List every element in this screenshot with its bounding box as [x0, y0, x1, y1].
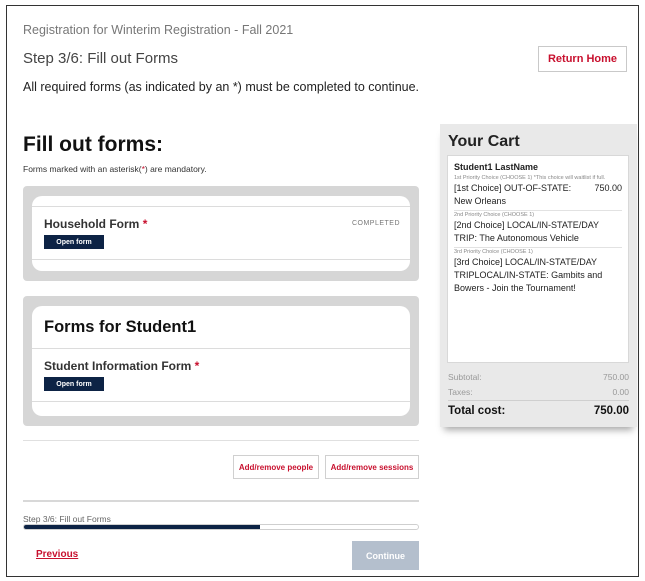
completed-status-badge: COMPLETED — [351, 220, 400, 227]
student-information-form-title: Student Information Form * — [44, 359, 199, 373]
required-asterisk: * — [142, 217, 148, 231]
taxes-label: Taxes: — [448, 387, 473, 397]
cart-item-price — [618, 256, 622, 295]
cart-items-box: Student1 LastName 1st Priority Choice (C… — [447, 155, 629, 363]
step-title: Step 3/6: Fill out Forms — [23, 50, 179, 67]
household-open-form-button[interactable]: Open form — [44, 235, 104, 249]
subtotal-value: 750.00 — [603, 372, 629, 382]
continue-button[interactable]: Continue — [352, 541, 419, 570]
return-home-button[interactable]: Return Home — [538, 46, 627, 72]
progress-divider — [23, 500, 419, 502]
previous-link[interactable]: Previous — [36, 549, 78, 560]
priority-note: 2nd Priority Choice (CHOOSE 1) — [454, 212, 535, 218]
student-information-form-row: Student Information Form * Open form — [32, 348, 410, 402]
cart-panel: Your Cart Student1 LastName 1st Priority… — [440, 124, 637, 427]
add-remove-sessions-button[interactable]: Add/remove sessions — [325, 455, 419, 479]
total-label: Total cost: — [448, 405, 506, 417]
registration-title: Registration for Winterim Registration -… — [23, 23, 294, 37]
cart-item: [3rd Choice] LOCAL/IN-STATE/DAY TRIPLOCA… — [454, 256, 622, 297]
subtotal-label: Subtotal: — [448, 372, 482, 382]
section-divider — [23, 440, 419, 441]
fill-out-forms-heading: Fill out forms: — [23, 133, 163, 156]
priority-note: 3rd Priority Choice (CHOOSE 1) — [454, 249, 533, 255]
total-divider — [448, 400, 629, 401]
cart-item-price — [618, 219, 622, 245]
total-value: 750.00 — [593, 405, 629, 417]
asterisk-note-suffix: ) are mandatory. — [144, 164, 207, 174]
household-form-title: Household Form * — [44, 217, 147, 231]
progress-label: Step 3/6: Fill out Forms — [23, 514, 111, 524]
household-form-panel: Household Form * Open form COMPLETED — [23, 186, 419, 281]
household-form-card: Household Form * Open form COMPLETED — [32, 196, 410, 271]
cart-item-label: [1st Choice] OUT-OF-STATE: New Orleans — [454, 183, 572, 206]
cart-student-name: Student1 LastName — [454, 162, 539, 172]
household-form-label: Household Form — [44, 217, 140, 231]
progress-bar — [23, 524, 419, 530]
subtotal-row: Subtotal: 750.00 — [448, 372, 629, 382]
taxes-row: Taxes: 0.00 — [448, 387, 629, 397]
progress-bar-fill — [24, 525, 261, 529]
cart-item-label: [2nd Choice] LOCAL/IN-STATE/DAY TRIP: Th… — [454, 220, 599, 243]
taxes-value: 0.00 — [612, 387, 629, 397]
cart-title: Your Cart — [448, 133, 520, 150]
asterisk-note-prefix: Forms marked with an asterisk( — [23, 164, 142, 174]
add-remove-people-button[interactable]: Add/remove people — [233, 455, 319, 479]
required-note: All required forms (as indicated by an *… — [23, 80, 420, 94]
student-forms-card: Forms for Student1 Student Information F… — [32, 306, 410, 416]
student-open-form-button[interactable]: Open form — [44, 377, 104, 391]
required-asterisk: * — [194, 359, 200, 373]
household-form-row: Household Form * Open form COMPLETED — [32, 206, 410, 260]
student-forms-panel: Forms for Student1 Student Information F… — [23, 296, 419, 426]
cart-item-label: [3rd Choice] LOCAL/IN-STATE/DAY TRIPLOCA… — [454, 257, 603, 293]
asterisk-note: Forms marked with an asterisk(*) are man… — [23, 164, 207, 174]
student-information-form-label: Student Information Form — [44, 359, 192, 373]
student-forms-heading: Forms for Student1 — [44, 318, 197, 336]
cart-item: [2nd Choice] LOCAL/IN-STATE/DAY TRIP: Th… — [454, 219, 622, 248]
cart-item: [1st Choice] OUT-OF-STATE: New Orleans 7… — [454, 182, 622, 211]
total-row: Total cost: 750.00 — [448, 405, 629, 417]
priority-note: 1st Priority Choice (CHOOSE 1) *This cho… — [454, 175, 606, 181]
cart-item-price: 750.00 — [594, 183, 622, 193]
